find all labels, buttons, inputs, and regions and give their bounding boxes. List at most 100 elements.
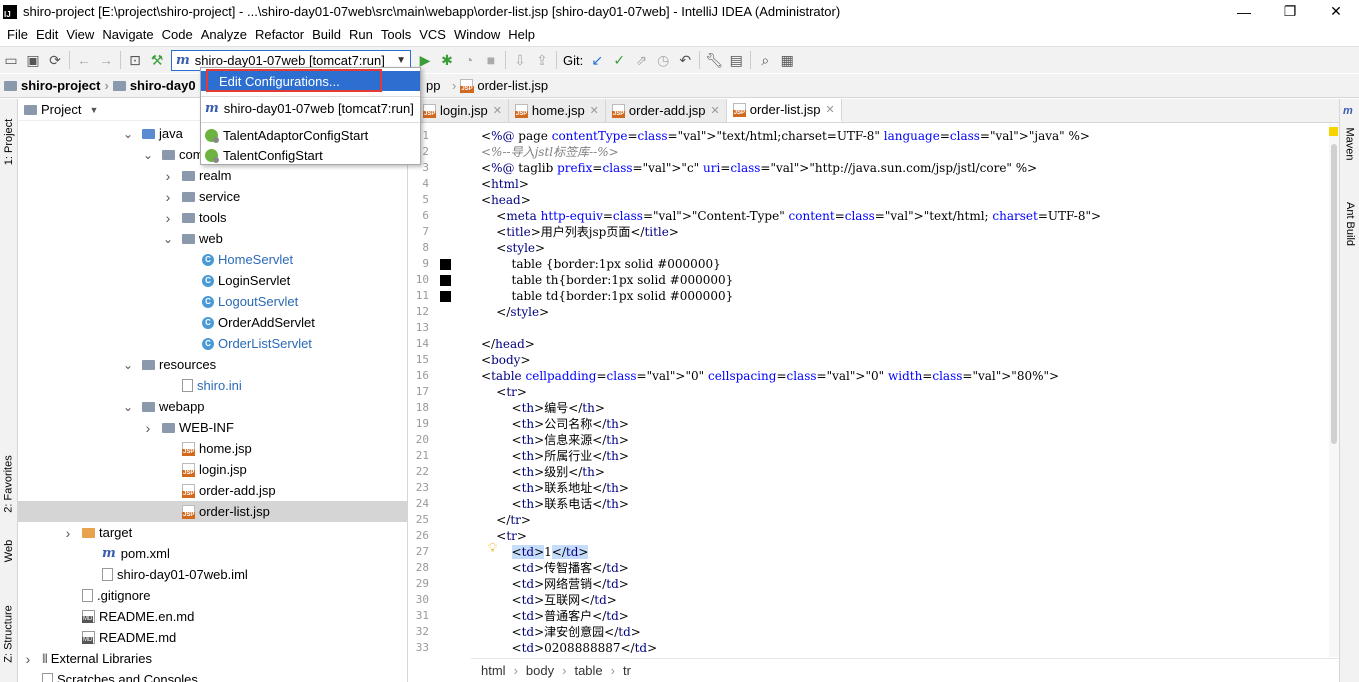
tab-favorites[interactable]: 2: Favorites: [0, 439, 18, 529]
history-icon[interactable]: ◷: [652, 49, 674, 71]
search-icon[interactable]: ⌕: [754, 49, 776, 71]
expand-arrow-icon[interactable]: ⌄: [122, 128, 134, 140]
presentation-icon[interactable]: ▦: [776, 49, 798, 71]
menu-edit[interactable]: Edit: [32, 27, 62, 42]
menu-help[interactable]: Help: [504, 27, 539, 42]
tree-item[interactable]: shiro-day01-07web.iml: [18, 564, 407, 585]
tab-home-jsp[interactable]: home.jsp ✕: [508, 99, 606, 122]
tree-item[interactable]: shiro.ini: [18, 375, 407, 396]
tree-item[interactable]: m pom.xml: [18, 543, 407, 564]
settings-wrench-icon[interactable]: 🔧︎: [703, 49, 725, 71]
breadcrumb-tr[interactable]: tr: [623, 663, 631, 678]
tab-login-jsp[interactable]: login.jsp ✕: [417, 99, 509, 122]
breadcrumb-html[interactable]: html: [481, 663, 506, 678]
breadcrumb-file[interactable]: › order-list.jsp: [452, 78, 548, 93]
breadcrumb-module[interactable]: › shiro-day0: [104, 78, 195, 93]
tab-maven[interactable]: Maven: [1341, 119, 1359, 169]
git-update-icon[interactable]: ↙: [586, 49, 608, 71]
close-tab-icon[interactable]: ✕: [711, 104, 720, 117]
expand-arrow-icon[interactable]: ⌄: [122, 359, 134, 371]
tree-item[interactable]: ⌄ webapp: [18, 396, 407, 417]
tree-item[interactable]: home.jsp: [18, 438, 407, 459]
tree-item[interactable]: .gitignore: [18, 585, 407, 606]
close-tab-icon[interactable]: ✕: [493, 104, 502, 117]
tree-item[interactable]: C LoginServlet: [18, 270, 407, 291]
open-folder-icon[interactable]: ▭: [0, 49, 22, 71]
menu-file[interactable]: File: [3, 27, 32, 42]
tree-item[interactable]: C HomeServlet: [18, 249, 407, 270]
structure-icon[interactable]: ⊡: [124, 49, 146, 71]
tab-order-list-jsp[interactable]: order-list.jsp ✕: [726, 99, 842, 122]
tree-item[interactable]: › ||| External Libraries: [18, 648, 407, 669]
menu-vcs[interactable]: VCS: [415, 27, 450, 42]
tree-item[interactable]: order-add.jsp: [18, 480, 407, 501]
commit-icon[interactable]: ⇪: [531, 49, 553, 71]
menu-build[interactable]: Build: [308, 27, 345, 42]
breadcrumb-table[interactable]: table: [574, 663, 602, 678]
project-structure-icon[interactable]: ▤: [725, 49, 747, 71]
save-icon[interactable]: ▣: [22, 49, 44, 71]
expand-arrow-icon[interactable]: ⌄: [162, 233, 174, 245]
revert-icon[interactable]: ↶: [674, 49, 696, 71]
editor-scrollbar[interactable]: [1329, 124, 1339, 657]
collapse-arrow-icon[interactable]: ›: [162, 168, 174, 184]
tree-item[interactable]: › WEB-INF: [18, 417, 407, 438]
maximize-button[interactable]: ❐: [1267, 0, 1313, 23]
tab-order-add-jsp[interactable]: order-add.jsp ✕: [605, 99, 727, 122]
menu-view[interactable]: View: [62, 27, 98, 42]
tab-structure[interactable]: Z: Structure: [0, 594, 18, 674]
close-tab-icon[interactable]: ✕: [826, 103, 835, 116]
menu-navigate[interactable]: Navigate: [98, 27, 157, 42]
tree-item[interactable]: › target: [18, 522, 407, 543]
breadcrumb-project[interactable]: shiro-project: [4, 78, 100, 93]
popup-talent-config-item[interactable]: TalentConfigStart: [201, 145, 420, 165]
menu-analyze[interactable]: Analyze: [197, 27, 251, 42]
tree-item[interactable]: ⌄ resources: [18, 354, 407, 375]
git-commit-icon[interactable]: ✓: [608, 49, 630, 71]
edit-configurations-item[interactable]: Edit Configurations...: [201, 71, 420, 91]
code-editor[interactable]: <%@ page contentType=class="val">"text/h…: [471, 124, 1329, 657]
tree-item[interactable]: login.jsp: [18, 459, 407, 480]
build-hammer-icon[interactable]: ⚒: [146, 49, 168, 71]
tree-item[interactable]: › service: [18, 186, 407, 207]
tree-item[interactable]: ⌄ web: [18, 228, 407, 249]
breakpoint-marker[interactable]: [440, 259, 451, 270]
scrollbar-thumb[interactable]: [1331, 144, 1337, 444]
tree-item[interactable]: README.md: [18, 627, 407, 648]
tree-item[interactable]: README.en.md: [18, 606, 407, 627]
stop-icon[interactable]: ■: [480, 49, 502, 71]
tree-item[interactable]: › realm: [18, 165, 407, 186]
collapse-arrow-icon[interactable]: ›: [142, 420, 154, 436]
menu-tools[interactable]: Tools: [377, 27, 415, 42]
debug-icon[interactable]: ✱: [436, 49, 458, 71]
expand-arrow-icon[interactable]: ⌄: [142, 149, 154, 161]
collapse-arrow-icon[interactable]: ›: [162, 189, 174, 205]
update-project-icon[interactable]: ⇩: [509, 49, 531, 71]
menu-window[interactable]: Window: [450, 27, 504, 42]
breakpoint-marker[interactable]: [440, 275, 451, 286]
collapse-arrow-icon[interactable]: ›: [62, 525, 74, 541]
collapse-arrow-icon[interactable]: ›: [162, 210, 174, 226]
tab-ant-build[interactable]: Ant Build: [1341, 189, 1359, 259]
menu-refactor[interactable]: Refactor: [251, 27, 308, 42]
tab-web[interactable]: Web: [0, 531, 18, 571]
close-tab-icon[interactable]: ✕: [590, 104, 599, 117]
tree-item[interactable]: C OrderAddServlet: [18, 312, 407, 333]
tab-project[interactable]: 1: Project: [0, 107, 18, 177]
sync-icon[interactable]: ⟳: [44, 49, 66, 71]
breadcrumb-webapp[interactable]: pp: [426, 78, 440, 93]
popup-run-config-item[interactable]: m shiro-day01-07web [tomcat7:run]: [201, 98, 420, 118]
forward-icon[interactable]: →: [95, 49, 117, 71]
git-compare-icon[interactable]: ⇗: [630, 49, 652, 71]
breakpoint-marker[interactable]: [440, 291, 451, 302]
close-button[interactable]: ✕: [1313, 0, 1359, 23]
minimize-button[interactable]: —: [1221, 0, 1267, 23]
tree-item[interactable]: C LogoutServlet: [18, 291, 407, 312]
popup-talent-adaptor-item[interactable]: TalentAdaptorConfigStart: [201, 125, 420, 145]
menu-run[interactable]: Run: [345, 27, 377, 42]
menu-code[interactable]: Code: [158, 27, 197, 42]
tree-item[interactable]: order-list.jsp: [18, 501, 407, 522]
intention-bulb-icon[interactable]: 💡︎: [488, 540, 497, 556]
coverage-icon[interactable]: ◔: [458, 49, 480, 71]
back-icon[interactable]: ←: [73, 49, 95, 71]
